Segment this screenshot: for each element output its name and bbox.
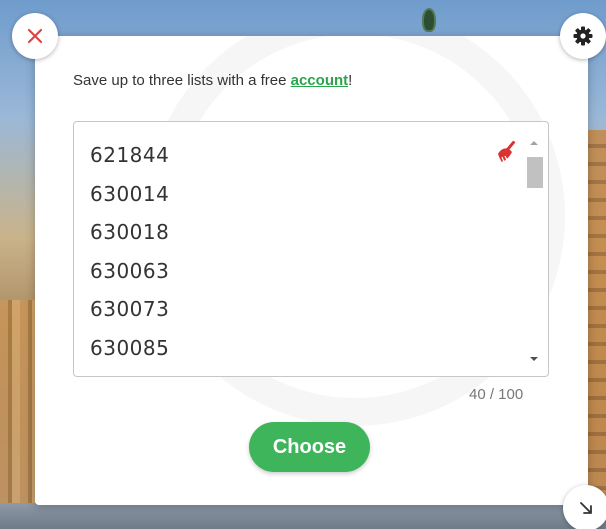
choose-button[interactable]: Choose <box>249 422 370 472</box>
broom-icon[interactable] <box>495 138 523 164</box>
list-item: 630073 <box>90 297 170 321</box>
promo-message: Save up to three lists with a free accou… <box>73 72 352 89</box>
list-dialog: Save up to three lists with a free accou… <box>35 36 588 505</box>
gear-icon <box>573 26 593 46</box>
close-icon <box>27 28 43 44</box>
list-item: 630085 <box>90 335 170 360</box>
scroll-up-arrow-icon[interactable] <box>529 138 539 148</box>
list-textarea[interactable]: 621844 630014 630018 630063 630073 63008… <box>73 121 549 377</box>
background-column-left <box>0 300 40 529</box>
scroll-thumb[interactable] <box>527 157 543 188</box>
list-item: 630014 <box>90 181 170 206</box>
promo-text-end: ! <box>348 72 353 89</box>
list-item: 630018 <box>90 220 170 244</box>
background-ornament <box>422 8 436 32</box>
settings-button[interactable] <box>560 13 606 59</box>
list-items: 621844 630014 630018 630063 630073 63008… <box>90 136 169 367</box>
account-link[interactable]: account <box>291 72 349 89</box>
close-button[interactable] <box>12 13 58 59</box>
scroll-down-arrow-icon[interactable] <box>529 354 539 364</box>
list-item: 621844 <box>90 143 170 167</box>
promo-text: Save up to three lists with a free <box>73 72 291 89</box>
item-counter: 40 / 100 <box>469 386 524 403</box>
resize-arrow-icon <box>580 502 592 514</box>
resize-button[interactable] <box>563 485 606 529</box>
list-scrollbar[interactable] <box>525 138 543 364</box>
background-ground <box>0 503 606 529</box>
list-item: 630063 <box>90 258 170 283</box>
